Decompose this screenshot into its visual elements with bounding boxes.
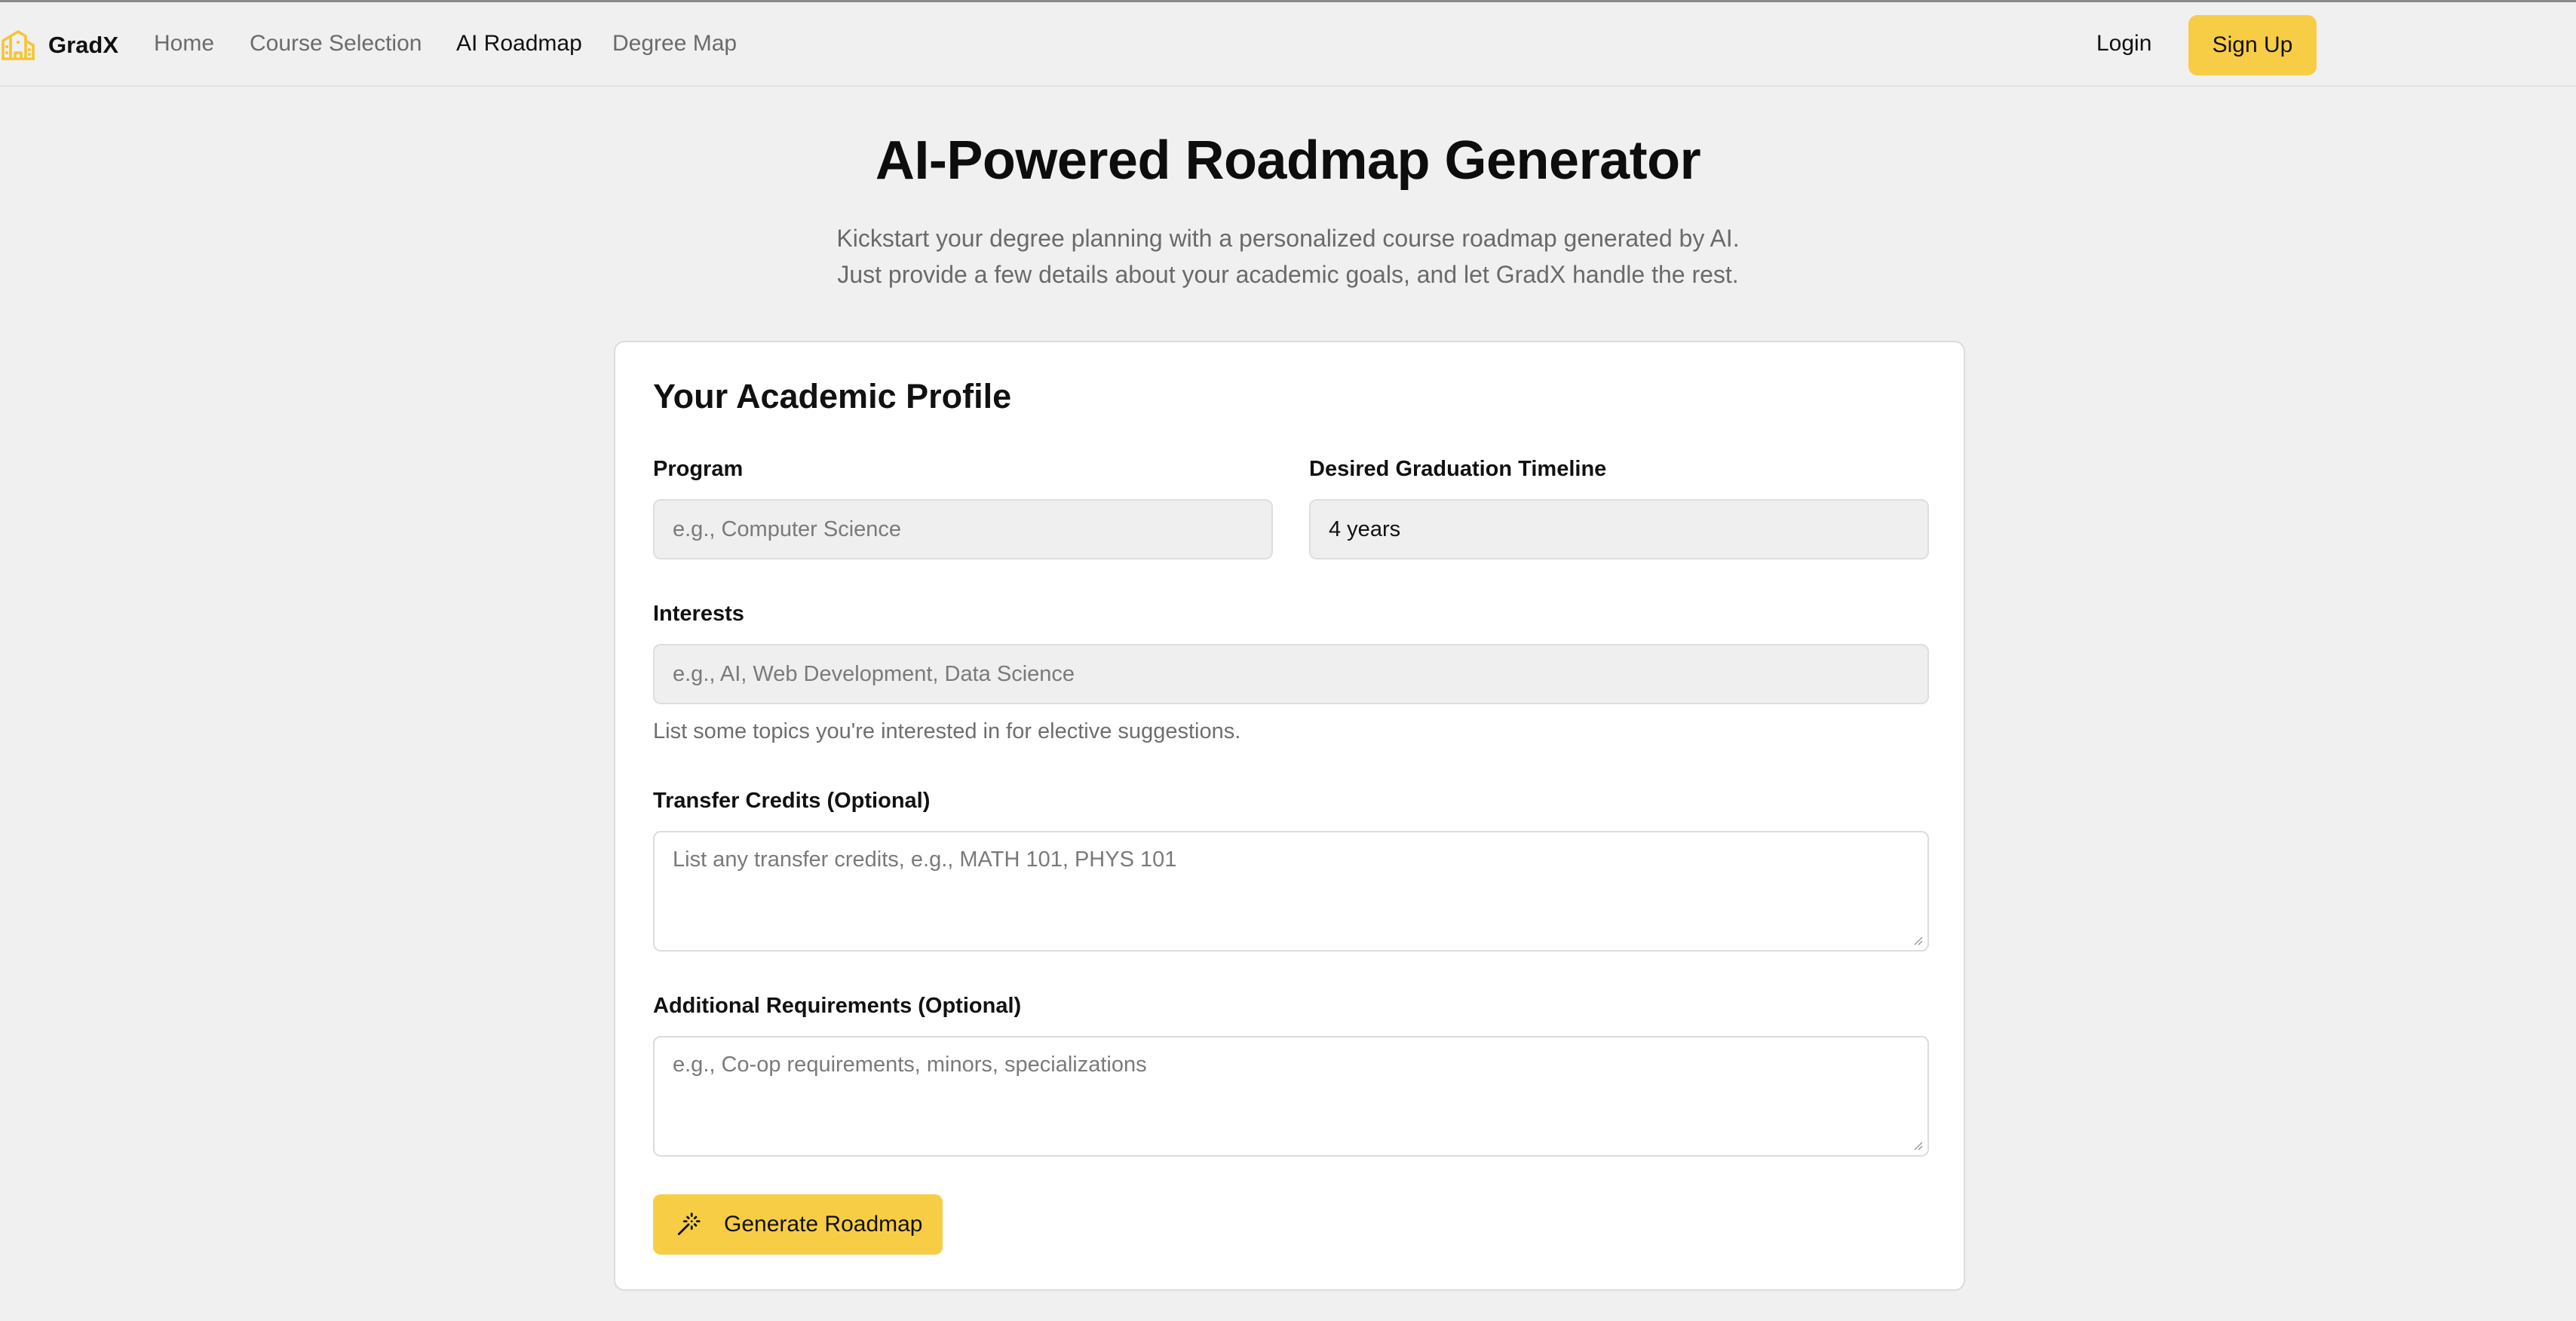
page-subtitle: Kickstart your degree planning with a pe…	[0, 220, 2576, 293]
nav-link-home[interactable]: Home	[154, 31, 214, 57]
page-subtitle-line-2: Just provide a few details about your ac…	[837, 261, 1739, 288]
academic-profile-title: Your Academic Profile	[653, 377, 1012, 415]
brand-logo-link[interactable]: GradX	[0, 25, 118, 66]
graduation-timeline-input[interactable]: 4 years	[1309, 499, 1929, 559]
transfer-credits-textarea[interactable]: List any transfer credits, e.g., MATH 10…	[653, 831, 1929, 952]
interests-help-text: List some topics you're interested in fo…	[653, 719, 1241, 743]
transfer-credits-label: Transfer Credits (Optional)	[653, 789, 931, 813]
additional-requirements-placeholder: e.g., Co-op requirements, minors, specia…	[673, 1053, 1147, 1077]
login-button[interactable]: Login	[2096, 31, 2151, 57]
interests-input[interactable]: e.g., AI, Web Development, Data Science	[653, 644, 1929, 704]
additional-requirements-textarea[interactable]: e.g., Co-op requirements, minors, specia…	[653, 1036, 1929, 1157]
nav-link-course-selection[interactable]: Course Selection	[250, 31, 422, 57]
transfer-credits-placeholder: List any transfer credits, e.g., MATH 10…	[673, 847, 1177, 872]
page-title: AI-Powered Roadmap Generator	[875, 130, 1701, 191]
page-subtitle-line-1: Kickstart your degree planning with a pe…	[836, 225, 1740, 252]
nav-link-degree-map[interactable]: Degree Map	[612, 31, 737, 57]
interests-label: Interests	[653, 602, 744, 626]
brand-name: GradX	[48, 32, 119, 58]
program-label: Program	[653, 457, 744, 481]
resize-handle-icon[interactable]	[1912, 935, 1923, 946]
magic-wand-icon	[677, 1212, 701, 1236]
generate-roadmap-label: Generate Roadmap	[724, 1212, 923, 1237]
school-building-icon	[2, 30, 35, 60]
nav-link-ai-roadmap[interactable]: AI Roadmap	[456, 31, 582, 57]
sign-up-button[interactable]: Sign Up	[2188, 15, 2317, 75]
top-navigation-bar: GradX Home Course Selection AI Roadmap D…	[0, 2, 2576, 87]
additional-requirements-label: Additional Requirements (Optional)	[653, 994, 1022, 1018]
graduation-timeline-label: Desired Graduation Timeline	[1309, 457, 1607, 481]
generate-roadmap-button[interactable]: Generate Roadmap	[653, 1194, 943, 1255]
resize-handle-icon[interactable]	[1912, 1140, 1923, 1151]
academic-profile-card: Your Academic Profile Program e.g., Comp…	[614, 341, 1965, 1291]
program-input[interactable]: e.g., Computer Science	[653, 499, 1273, 559]
